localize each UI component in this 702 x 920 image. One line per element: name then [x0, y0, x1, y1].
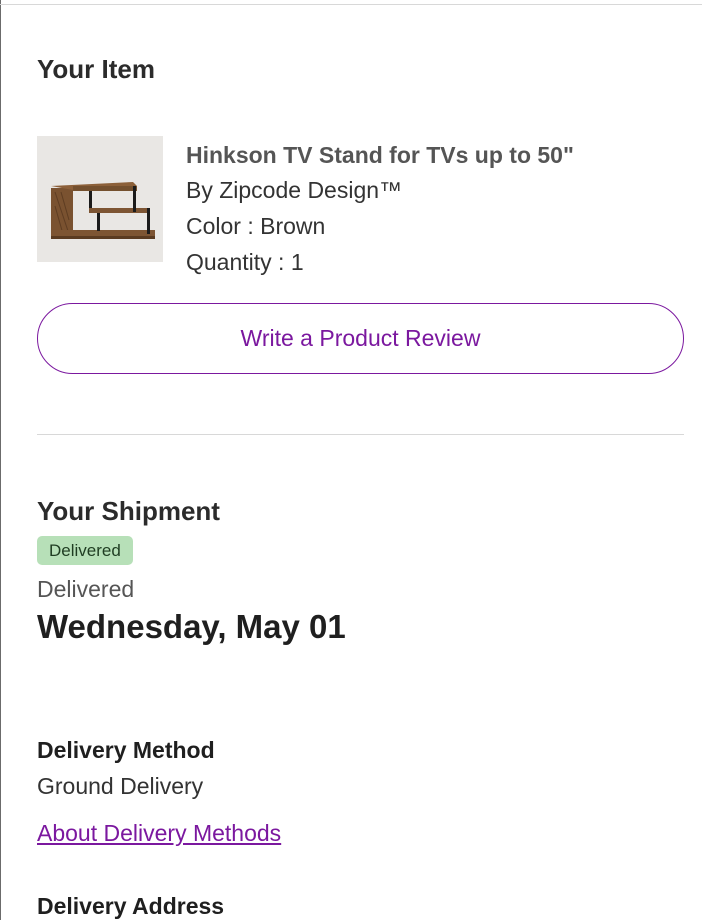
- product-quantity: Quantity : 1: [186, 249, 304, 275]
- delivery-method-heading: Delivery Method: [37, 737, 215, 763]
- product-name[interactable]: Hinkson TV Stand for TVs up to 50": [186, 138, 574, 172]
- product-info: Hinkson TV Stand for TVs up to 50" By Zi…: [186, 138, 574, 280]
- delivery-method-value: Ground Delivery: [37, 773, 204, 799]
- product-image[interactable]: [37, 136, 163, 262]
- shipment-status-date: Wednesday, May 01: [37, 608, 346, 645]
- product-color: Color : Brown: [186, 213, 326, 239]
- delivery-address-heading: Delivery Address: [37, 893, 225, 919]
- shipment-status-label: Delivered: [37, 576, 135, 602]
- section-divider: [37, 434, 684, 435]
- product-brand: By Zipcode Design™: [186, 177, 403, 203]
- tv-stand-image: [37, 136, 163, 262]
- write-review-button[interactable]: Write a Product Review: [37, 303, 684, 374]
- page-left-border: [0, 0, 1, 920]
- about-delivery-methods-link[interactable]: About Delivery Methods: [37, 820, 281, 847]
- your-shipment-heading: Your Shipment: [37, 496, 220, 526]
- item-row: Hinkson TV Stand for TVs up to 50" By Zi…: [37, 136, 684, 286]
- your-item-heading: Your Item: [37, 54, 155, 84]
- top-divider: [0, 4, 702, 5]
- status-badge: Delivered: [37, 536, 133, 565]
